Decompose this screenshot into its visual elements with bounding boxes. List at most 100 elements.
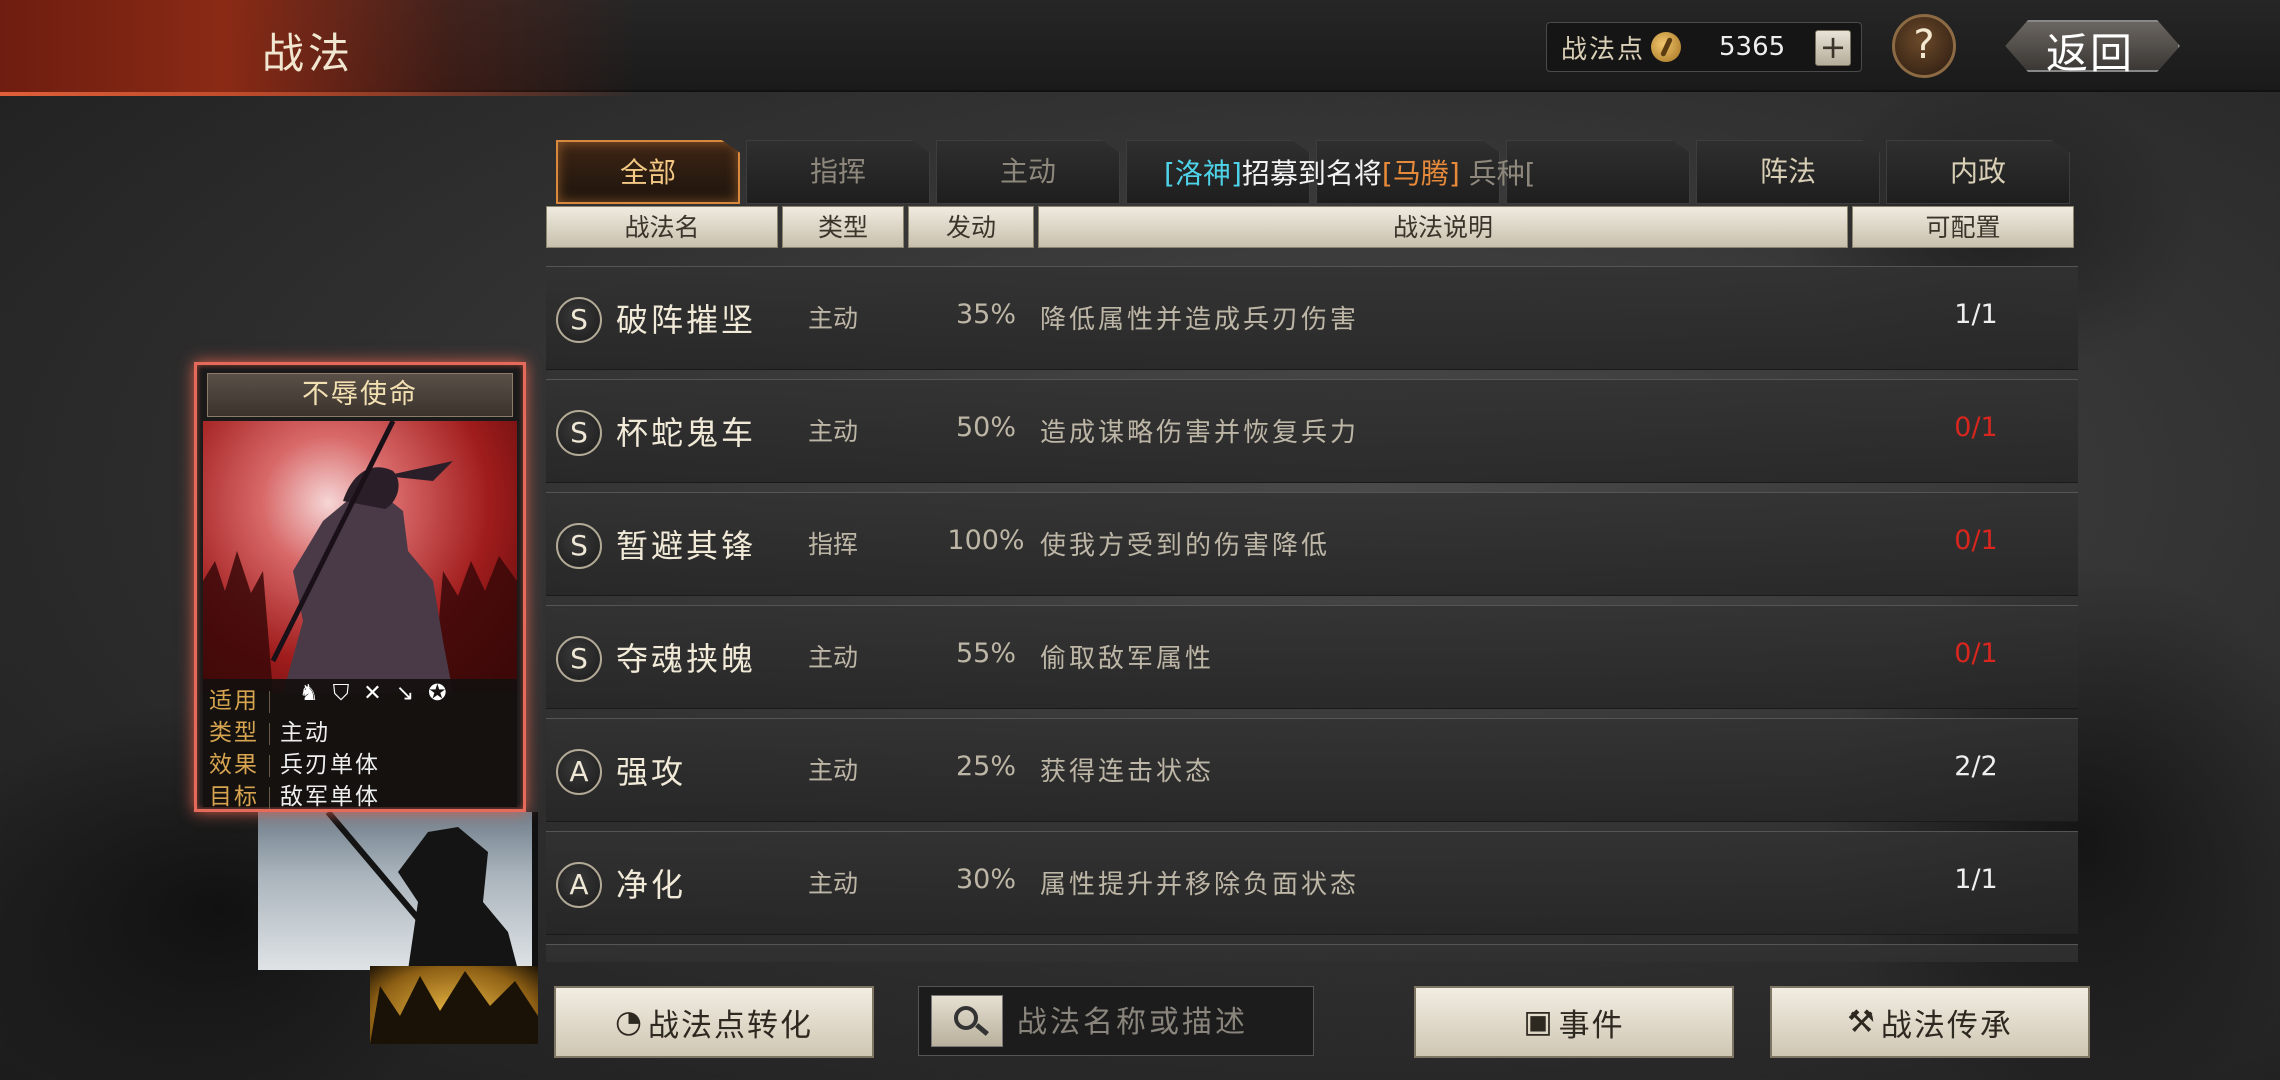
tactic-rate: 50% <box>955 412 1016 443</box>
troop-type-icons: ♞ ⛉ ✕ ↘ ✪ <box>299 681 447 706</box>
grade-badge: S <box>556 297 602 343</box>
inherit-tactic-label: 战法传承 <box>1880 1007 2013 1044</box>
inherit-tactic-button[interactable]: ⚒ 战法传承 <box>1770 986 2090 1058</box>
ticker-general: [马腾] <box>1381 157 1460 190</box>
tactic-name: 破阵摧坚 <box>616 301 757 339</box>
tactic-description: 属性提升并移除负面状态 <box>1040 870 1360 900</box>
stat-key: 目标 <box>209 784 259 810</box>
tab-formation[interactable]: 阵法 <box>1696 140 1880 204</box>
army-silhouette-art <box>370 971 538 1044</box>
back-button-label: 返回 <box>2046 29 2135 78</box>
column-header-config[interactable]: 可配置 <box>1852 206 2074 248</box>
tactic-rate: 30% <box>955 864 1016 895</box>
card-stats: 适用 ♞ ⛉ ✕ ↘ ✪ 类型 主动 效果 兵刃单体 目标 敌军单体 <box>203 679 517 810</box>
tactic-config: 1/1 <box>1954 299 1998 330</box>
tactic-type: 指挥 <box>808 530 859 559</box>
table-row[interactable] <box>546 944 2078 962</box>
tab-internal-affairs[interactable]: 内政 <box>1886 140 2070 204</box>
ticker-bracket: ] <box>1230 157 1242 190</box>
stat-applicable: 适用 ♞ ⛉ ✕ ↘ ✪ <box>209 681 509 714</box>
tactic-type: 主动 <box>808 869 859 898</box>
tactic-name: 强攻 <box>616 753 687 791</box>
card-art <box>203 421 517 693</box>
announcement-ticker: [洛神]招募到名将[马腾] 兵种[ <box>1164 152 1536 192</box>
page-title: 战法 <box>262 29 355 78</box>
table-row[interactable]: A 强攻 主动 25% 获得连击状态 2/2 <box>546 718 2078 822</box>
tactic-description: 获得连击状态 <box>1040 757 1215 787</box>
table-header: 战法名 类型 发动 战法说明 可配置 <box>546 206 2074 248</box>
hammer-icon: ⚒ <box>1847 1004 1877 1040</box>
general-silhouette-art <box>203 421 517 693</box>
tactic-type: 主动 <box>808 304 859 333</box>
tab-active[interactable]: 主动 <box>936 140 1120 204</box>
search-icon[interactable] <box>931 995 1003 1047</box>
stat-key: 效果 <box>209 752 259 778</box>
back-button[interactable]: 返回 <box>1990 14 2180 78</box>
tactic-description: 造成谋略伤害并恢复兵力 <box>1040 418 1360 448</box>
grade-badge: A <box>556 862 602 908</box>
tactic-name: 夺魂挟魄 <box>616 640 757 678</box>
grade-badge: S <box>556 523 602 569</box>
tactic-description: 使我方受到的伤害降低 <box>1040 531 1331 561</box>
tactic-point-icon <box>1651 32 1682 62</box>
tactic-points-value: 5365 <box>1719 32 1786 62</box>
tactic-card-art-back[interactable] <box>258 812 538 970</box>
tab-all[interactable]: 全部 <box>556 140 740 204</box>
search-input[interactable] <box>1017 997 1307 1047</box>
tactic-description: 降低属性并造成兵刃伤害 <box>1040 305 1360 335</box>
table-row[interactable]: S 杯蛇鬼车 主动 50% 造成谋略伤害并恢复兵力 0/1 <box>546 379 2078 483</box>
table-row[interactable]: S 夺魂挟魄 主动 55% 偷取敌军属性 0/1 <box>546 605 2078 709</box>
event-icon: ▣ <box>1523 1004 1555 1040</box>
help-button[interactable]: ? <box>1892 14 1956 78</box>
stat-value: 兵刃单体 <box>280 752 380 778</box>
ticker-player: [洛神 <box>1164 157 1231 190</box>
table-row[interactable]: S 暂避其锋 指挥 100% 使我方受到的伤害降低 0/1 <box>546 492 2078 596</box>
column-header-type[interactable]: 类型 <box>782 206 904 248</box>
tactic-name: 净化 <box>616 866 687 904</box>
ticker-message: 招募到名将 <box>1241 157 1382 190</box>
stat-key: 适用 <box>209 688 259 714</box>
stat-target: 目标 敌军单体 <box>209 777 509 810</box>
tactic-rate: 100% <box>947 525 1025 556</box>
tactic-type: 主动 <box>808 756 859 785</box>
convert-icon: ◔ <box>614 1004 645 1040</box>
tactic-config: 0/1 <box>1954 638 1998 669</box>
tactic-list[interactable]: S 破阵摧坚 主动 35% 降低属性并造成兵刃伤害 1/1 S 杯蛇鬼车 主动 … <box>546 262 2078 962</box>
top-bar: 战法 战法点 5365 + ? 返回 <box>0 0 2280 96</box>
wheel-icon: ✪ <box>428 681 447 706</box>
tactic-type: 主动 <box>808 643 859 672</box>
tactic-name: 暂避其锋 <box>616 527 757 565</box>
ticker-overlap: 兵种[ <box>1459 157 1536 190</box>
search-box <box>918 986 1314 1056</box>
tactic-card-art-back2[interactable] <box>370 966 538 1044</box>
spear-icon: ↘ <box>395 681 415 706</box>
card-title: 不辱使命 <box>207 373 513 417</box>
column-header-name[interactable]: 战法名 <box>546 206 778 248</box>
column-header-rate[interactable]: 发动 <box>908 206 1034 248</box>
stat-type: 类型 主动 <box>209 713 509 746</box>
column-header-description: 战法说明 <box>1038 206 1848 248</box>
tactic-rate: 25% <box>955 751 1016 782</box>
grade-badge: S <box>556 636 602 682</box>
stat-key: 类型 <box>209 720 259 746</box>
tactic-description: 偷取敌军属性 <box>1040 644 1215 674</box>
grade-badge: A <box>556 749 602 795</box>
event-button[interactable]: ▣ 事件 <box>1414 986 1734 1058</box>
tab-command[interactable]: 指挥 <box>746 140 930 204</box>
tactic-rate: 35% <box>955 299 1016 330</box>
archer-icon: ✕ <box>363 681 382 706</box>
grade-badge: S <box>556 410 602 456</box>
add-points-button[interactable]: + <box>1815 30 1851 66</box>
table-row[interactable]: S 破阵摧坚 主动 35% 降低属性并造成兵刃伤害 1/1 <box>546 266 2078 370</box>
cavalry-icon: ♞ <box>299 681 319 706</box>
tactic-config: 0/1 <box>1954 525 1998 556</box>
table-row[interactable]: A 净化 主动 30% 属性提升并移除负面状态 1/1 <box>546 831 2078 935</box>
stat-value: 敌军单体 <box>280 784 380 810</box>
tactic-config: 2/2 <box>1954 751 1998 782</box>
tactic-rate: 55% <box>955 638 1016 669</box>
stat-effect: 效果 兵刃单体 <box>209 745 509 778</box>
tactic-points-box: 战法点 5365 + <box>1546 22 1862 72</box>
selected-tactic-card[interactable]: 不辱使命 适用 ♞ ⛉ ✕ ↘ ✪ 类型 主动 效果 兵刃单体 目标 敌军单体 <box>194 362 526 812</box>
shield-icon: ⛉ <box>332 681 350 706</box>
convert-points-button[interactable]: ◔ 战法点转化 <box>554 986 874 1058</box>
